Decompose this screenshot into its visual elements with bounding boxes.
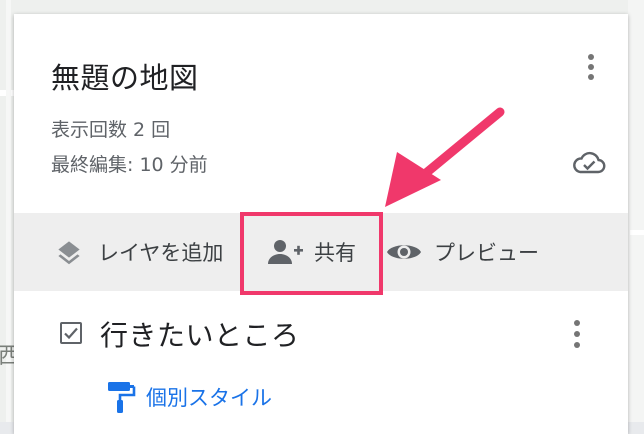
preview-button[interactable]: プレビュー [386,213,539,291]
layer-options-kebab-icon[interactable] [565,316,589,352]
add-layer-button[interactable]: レイヤを追加 [54,213,223,291]
kebab-dot [588,54,594,60]
individual-style-link[interactable]: 個別スタイル [106,380,272,414]
view-count: 表示回数 2 回 [51,119,171,141]
cloud-check-icon [573,151,606,174]
preview-label: プレビュー [434,241,539,265]
kebab-dot [574,320,580,326]
share-label: 共有 [314,241,356,265]
map-road [630,230,644,235]
layer-name[interactable]: 行きたいところ [100,314,300,354]
kebab-dot [588,64,594,70]
layer-toolbar: レイヤを追加 共有 プレビュー [14,213,628,291]
person-add-icon [268,240,303,264]
kebab-dot [574,331,580,337]
map-road [628,0,644,422]
checkmark-icon [64,327,78,340]
share-button[interactable]: 共有 [264,213,356,291]
individual-style-label: 個別スタイル [146,386,272,410]
map-options-kebab-icon[interactable] [579,50,603,84]
layers-icon [58,241,80,265]
layer-visibility-checkbox[interactable] [60,322,82,344]
map-title[interactable]: 無題の地図 [51,55,199,97]
map-legend-panel: 無題の地図 表示回数 2 回 最終編集: 10 分前 レイヤを追加 共有 プレビ… [14,14,628,434]
add-layer-label: レイヤを追加 [98,241,224,265]
last-edited: 最終編集: 10 分前 [51,154,208,176]
kebab-dot [588,74,594,80]
eye-icon [387,245,421,259]
paint-roller-icon [108,382,136,413]
layer-row: 行きたいところ [14,314,628,358]
kebab-dot [574,342,580,348]
